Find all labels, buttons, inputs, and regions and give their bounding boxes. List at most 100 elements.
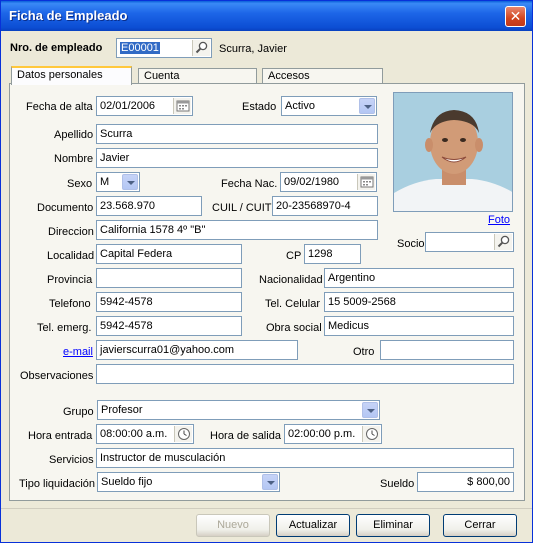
- tel-celular-field[interactable]: 15 5009-2568: [324, 292, 514, 312]
- nacionalidad-field[interactable]: Argentino: [324, 268, 514, 288]
- portrait-image: [394, 93, 512, 211]
- eliminar-button-label: Eliminar: [373, 519, 413, 531]
- cuil-label: CUIL / CUIT: [212, 202, 272, 214]
- documento-field[interactable]: 23.568.970: [96, 196, 202, 216]
- nuevo-button-label: Nuevo: [217, 519, 249, 531]
- nacionalidad-label: Nacionalidad: [259, 274, 323, 286]
- fecha-nac-value: 09/02/1980: [284, 176, 340, 188]
- fecha-nac-field[interactable]: 09/02/1980: [280, 172, 377, 192]
- tipo-liquidacion-select[interactable]: Sueldo fijo: [97, 472, 280, 492]
- tel-emerg-value: 5942-4578: [100, 320, 153, 332]
- email-link[interactable]: e-mail: [63, 346, 93, 359]
- title-bar[interactable]: Ficha de Empleado ✕: [1, 1, 532, 31]
- obra-social-field[interactable]: Medicus: [324, 316, 514, 336]
- hora-entrada-field[interactable]: 08:00:00 a.m.: [96, 424, 194, 444]
- employee-search-button[interactable]: [192, 40, 210, 56]
- hora-salida-value: 02:00:00 p.m.: [288, 428, 356, 440]
- sueldo-value: $ 800,00: [467, 476, 510, 488]
- cuil-value: 20-23568970-4: [276, 200, 351, 212]
- foto-link[interactable]: Foto: [488, 214, 510, 227]
- employee-name: Scurra, Javier: [219, 43, 287, 55]
- calendar-icon: [360, 176, 374, 188]
- grupo-select[interactable]: Profesor: [97, 400, 380, 420]
- provincia-field[interactable]: [96, 268, 242, 288]
- cp-field[interactable]: 1298: [304, 244, 361, 264]
- telefono-value: 5942-4578: [100, 296, 153, 308]
- telefono-field[interactable]: 5942-4578: [96, 292, 242, 312]
- localidad-field[interactable]: Capital Federa: [96, 244, 242, 264]
- documento-value: 23.568.970: [100, 200, 156, 212]
- sueldo-label: Sueldo: [380, 478, 415, 490]
- servicios-value: Instructor de musculación: [100, 452, 226, 464]
- telefono-label: Telefono: [49, 298, 91, 310]
- fecha-nac-label: Fecha Nac.: [221, 178, 278, 190]
- socio-field[interactable]: [425, 232, 514, 252]
- email-field[interactable]: javierscurra01@yahoo.com: [96, 340, 298, 360]
- employee-no-value: E00001: [120, 42, 160, 54]
- servicios-label: Servicios: [49, 454, 94, 466]
- tab-cuenta[interactable]: Cuenta: [138, 68, 257, 84]
- direccion-field[interactable]: California 1578 4º "B": [96, 220, 378, 240]
- tab-label: Accesos: [268, 70, 310, 82]
- sexo-value: M: [100, 176, 110, 188]
- observaciones-field[interactable]: [96, 364, 514, 384]
- tab-label: Cuenta: [144, 70, 180, 82]
- tipo-liquidacion-label: Tipo liquidación: [19, 478, 96, 490]
- hora-entrada-label: Hora entrada: [28, 430, 93, 442]
- nombre-field[interactable]: Javier: [96, 148, 378, 168]
- otro-field[interactable]: [380, 340, 514, 360]
- footer-separator: [1, 508, 532, 509]
- grupo-value: Profesor: [101, 404, 143, 416]
- fecha-alta-field[interactable]: 02/01/2006: [96, 96, 193, 116]
- hora-salida-label: Hora de salida: [210, 430, 281, 442]
- fecha-alta-calendar-button[interactable]: [173, 98, 191, 114]
- chevron-down-icon[interactable]: [122, 174, 138, 190]
- estado-select[interactable]: Activo: [281, 96, 377, 116]
- cuil-field[interactable]: 20-23568970-4: [272, 196, 378, 216]
- employee-no-field[interactable]: E00001: [116, 38, 212, 58]
- localidad-value: Capital Federa: [100, 248, 173, 260]
- direccion-value: California 1578 4º "B": [100, 224, 206, 236]
- chevron-down-icon[interactable]: [262, 474, 278, 490]
- obra-social-value: Medicus: [328, 320, 369, 332]
- socio-search-button[interactable]: [494, 234, 512, 250]
- actualizar-button-label: Actualizar: [288, 519, 338, 531]
- apellido-label: Apellido: [54, 129, 94, 141]
- otro-label: Otro: [353, 346, 375, 358]
- observaciones-label: Observaciones: [20, 370, 94, 382]
- apellido-field[interactable]: Scurra: [96, 124, 378, 144]
- cerrar-button[interactable]: Cerrar: [443, 514, 517, 537]
- sexo-label: Sexo: [67, 178, 93, 190]
- tel-emerg-field[interactable]: 5942-4578: [96, 316, 242, 336]
- employee-no-label: Nro. de empleado: [10, 42, 103, 54]
- nombre-label: Nombre: [54, 153, 94, 165]
- fecha-alta-value: 02/01/2006: [100, 100, 156, 112]
- socio-label: Socio: [397, 238, 425, 250]
- tab-datos-personales[interactable]: Datos personales: [11, 66, 132, 85]
- grupo-label: Grupo: [63, 406, 94, 418]
- eliminar-button[interactable]: Eliminar: [356, 514, 430, 537]
- fecha-alta-label: Fecha de alta: [26, 101, 93, 113]
- hora-salida-clock-button[interactable]: [362, 426, 380, 442]
- tab-label: Datos personales: [17, 69, 103, 81]
- clock-icon: [178, 428, 190, 440]
- sueldo-field[interactable]: $ 800,00: [417, 472, 514, 492]
- employee-window: Ficha de Empleado ✕ Nro. de empleado E00…: [0, 0, 533, 543]
- cp-value: 1298: [308, 248, 333, 260]
- calendar-icon: [176, 100, 190, 112]
- tab-accesos[interactable]: Accesos: [262, 68, 383, 84]
- chevron-down-icon[interactable]: [359, 98, 375, 114]
- hora-entrada-clock-button[interactable]: [174, 426, 192, 442]
- nuevo-button[interactable]: Nuevo: [196, 514, 270, 537]
- servicios-field[interactable]: Instructor de musculación: [96, 448, 514, 468]
- localidad-label: Localidad: [47, 250, 95, 262]
- fecha-nac-calendar-button[interactable]: [357, 174, 375, 190]
- hora-entrada-value: 08:00:00 a.m.: [100, 428, 168, 440]
- close-window-button[interactable]: ✕: [505, 6, 526, 27]
- hora-salida-field[interactable]: 02:00:00 p.m.: [284, 424, 382, 444]
- chevron-down-icon[interactable]: [362, 402, 378, 418]
- employee-photo: [393, 92, 513, 212]
- sexo-select[interactable]: M: [96, 172, 140, 192]
- obra-social-label: Obra social: [266, 322, 322, 334]
- actualizar-button[interactable]: Actualizar: [276, 514, 350, 537]
